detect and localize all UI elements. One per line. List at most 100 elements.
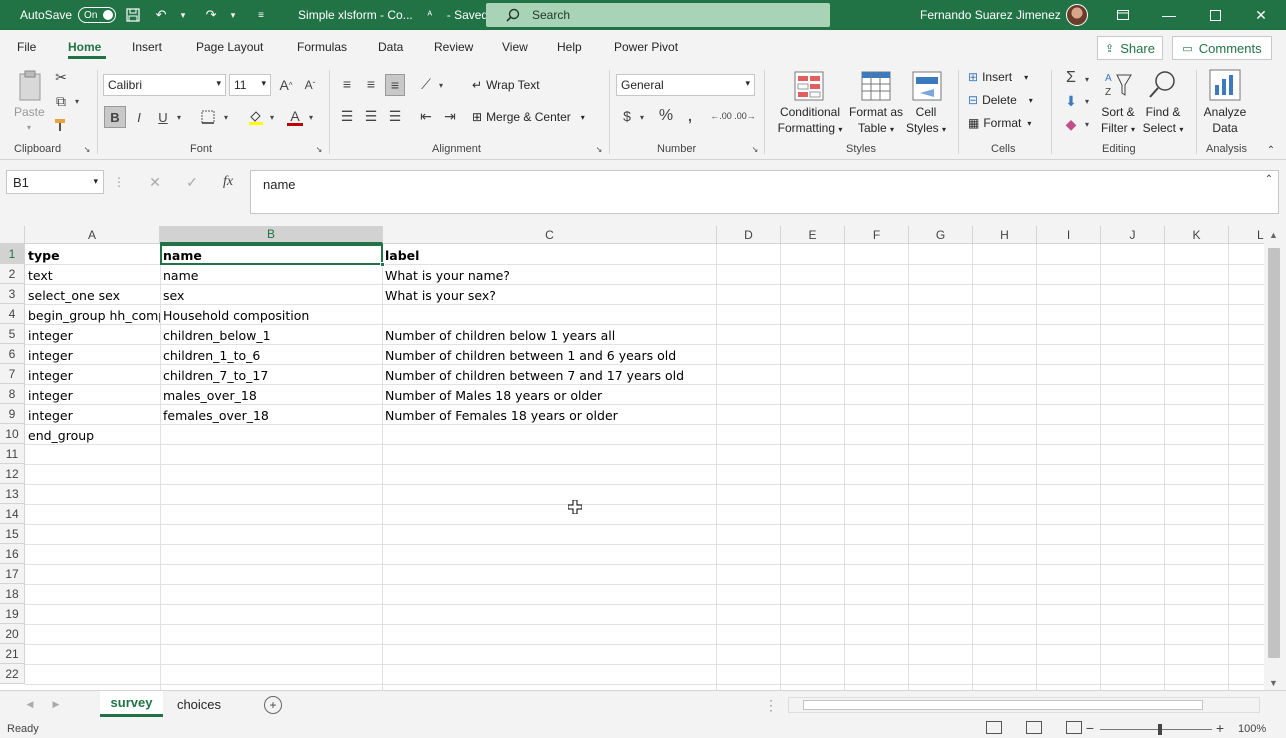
cell-a5[interactable]: integer (25, 325, 160, 345)
next-sheet-icon[interactable]: ▶ (50, 697, 62, 711)
column-header-d[interactable]: D (717, 226, 781, 244)
avatar[interactable] (1066, 4, 1088, 26)
more-options-icon[interactable]: ⋮ (113, 174, 125, 190)
vertical-scrollbar[interactable]: ▲ ▼ (1264, 226, 1286, 690)
horizontal-scrollbar[interactable] (788, 697, 1260, 713)
cell-styles-icon[interactable] (911, 70, 943, 102)
enter-icon[interactable]: ✓ (182, 172, 202, 192)
row-header-8[interactable]: 8 (0, 384, 25, 404)
horizontal-scroll-thumb[interactable] (803, 700, 1203, 710)
fill-color-dropdown-icon[interactable]: ▾ (267, 110, 277, 124)
sort-filter-button[interactable]: Sort & Filter ▾ (1096, 104, 1140, 138)
delete-cells-button[interactable]: ⊟ Delete ▾ (968, 91, 1033, 109)
scroll-up-icon[interactable]: ▲ (1269, 230, 1278, 240)
row-header-12[interactable]: 12 (0, 464, 25, 484)
add-sheet-icon[interactable]: + (264, 696, 282, 714)
cell-c7[interactable]: Number of children between 7 and 17 year… (382, 365, 716, 385)
comma-style-icon[interactable]: , (682, 106, 698, 126)
italic-button[interactable]: I (130, 106, 148, 128)
sheet-tab-choices[interactable]: choices (165, 691, 233, 717)
currency-icon[interactable]: $ (618, 106, 636, 126)
cell-b2[interactable]: name (160, 265, 382, 285)
cell-b5[interactable]: children_below_1 (160, 325, 382, 345)
row-header-16[interactable]: 16 (0, 544, 25, 564)
increase-font-size-icon[interactable]: A ^ (276, 75, 296, 95)
format-painter-icon[interactable] (52, 116, 70, 134)
font-color-dropdown-icon[interactable]: ▾ (306, 110, 316, 124)
cell-b3[interactable]: sex (160, 285, 382, 305)
sheet-tab-survey[interactable]: survey (100, 691, 163, 717)
row-header-22[interactable]: 22 (0, 664, 25, 684)
zoom-slider[interactable] (1100, 724, 1212, 735)
user-name[interactable]: Fernando Suarez Jimenez (920, 8, 1061, 22)
tab-insert[interactable]: Insert (132, 40, 162, 54)
clipboard-launcher-icon[interactable]: ↘ (82, 144, 92, 154)
cell-a10[interactable]: end_group (25, 425, 160, 445)
cell-a2[interactable]: text (25, 265, 160, 285)
currency-dropdown-icon[interactable]: ▾ (637, 110, 647, 124)
fill-dropdown-icon[interactable]: ▾ (1082, 94, 1092, 108)
undo-icon[interactable]: ↶ (150, 4, 172, 26)
cell-styles-button[interactable]: Cell Styles ▾ (900, 104, 952, 138)
borders-icon[interactable] (198, 106, 218, 128)
autosum-icon[interactable]: Σ (1062, 68, 1080, 88)
copy-dropdown-icon[interactable]: ▾ (72, 94, 82, 108)
row-header-17[interactable]: 17 (0, 564, 25, 584)
increase-decimal-icon[interactable]: ←.00 (710, 106, 732, 126)
underline-button[interactable]: U (154, 106, 172, 128)
bold-button[interactable]: B (104, 106, 126, 128)
wrap-text-button[interactable]: ↵ Wrap Text (472, 76, 540, 94)
cell-c8[interactable]: Number of Males 18 years or older (382, 385, 716, 405)
tab-data[interactable]: Data (378, 40, 403, 54)
autosum-dropdown-icon[interactable]: ▾ (1082, 72, 1092, 86)
tab-power-pivot[interactable]: Power Pivot (614, 40, 678, 54)
zoom-in-icon[interactable]: + (1214, 720, 1226, 736)
cell-c6[interactable]: Number of children between 1 and 6 years… (382, 345, 716, 365)
cell-c1[interactable]: label (382, 245, 716, 265)
borders-dropdown-icon[interactable]: ▾ (221, 110, 231, 124)
middle-align-icon[interactable]: ≡ (361, 74, 381, 94)
row-header-13[interactable]: 13 (0, 484, 25, 504)
cell-c9[interactable]: Number of Females 18 years or older (382, 405, 716, 425)
cell-a3[interactable]: select_one sex (25, 285, 160, 305)
find-select-button[interactable]: Find & Select ▾ (1140, 104, 1186, 138)
tab-file[interactable]: File (17, 40, 36, 54)
decrease-decimal-icon[interactable]: .00→ (734, 106, 756, 126)
bottom-align-icon[interactable]: ≡ (385, 74, 405, 96)
page-break-view-icon[interactable] (1066, 721, 1082, 734)
tab-page-layout[interactable]: Page Layout (196, 40, 263, 54)
analyze-data-button[interactable]: Analyze Data (1200, 104, 1250, 136)
cell-b6[interactable]: children_1_to_6 (160, 345, 382, 365)
row-header-2[interactable]: 2 (0, 264, 25, 284)
align-right-icon[interactable]: ☰ (385, 106, 405, 126)
orientation-icon[interactable]: ⟋ (416, 74, 436, 94)
align-left-icon[interactable]: ☰ (337, 106, 357, 126)
cell-c2[interactable]: What is your name? (382, 265, 716, 285)
document-title[interactable]: Simple xlsform - Co... (298, 8, 413, 22)
formula-input[interactable]: name (250, 170, 1279, 214)
font-color-icon[interactable]: A (284, 106, 306, 128)
fill-icon[interactable]: ⬇ (1062, 91, 1080, 111)
redo-dropdown-icon[interactable]: ▾ (222, 4, 244, 26)
format-cells-button[interactable]: ▦ Format ▾ (968, 114, 1031, 132)
row-header-7[interactable]: 7 (0, 364, 25, 384)
row-header-15[interactable]: 15 (0, 524, 25, 544)
format-as-table-button[interactable]: Format as Table ▾ (844, 104, 908, 138)
conditional-formatting-button[interactable]: Conditional Formatting ▾ (770, 104, 850, 138)
column-header-g[interactable]: G (909, 226, 973, 244)
name-box[interactable]: B1 ▾ (6, 170, 104, 194)
comments-button[interactable]: ▭ Comments (1172, 36, 1272, 60)
cell-a4[interactable]: begin_group hh_comp (25, 305, 160, 325)
decrease-indent-icon[interactable]: ⇤ (416, 106, 436, 126)
row-header-18[interactable]: 18 (0, 584, 25, 604)
decrease-font-size-icon[interactable]: Aˇ (300, 75, 320, 95)
cut-icon[interactable]: ✂ (52, 68, 70, 86)
cell-a6[interactable]: integer (25, 345, 160, 365)
underline-dropdown-icon[interactable]: ▾ (174, 110, 184, 124)
maximize-icon[interactable] (1204, 4, 1226, 26)
column-header-c[interactable]: C (383, 226, 717, 244)
row-header-4[interactable]: 4 (0, 304, 25, 324)
conditional-formatting-icon[interactable] (793, 70, 825, 102)
fill-color-icon[interactable] (245, 106, 267, 128)
cell-c5[interactable]: Number of children below 1 years all (382, 325, 716, 345)
